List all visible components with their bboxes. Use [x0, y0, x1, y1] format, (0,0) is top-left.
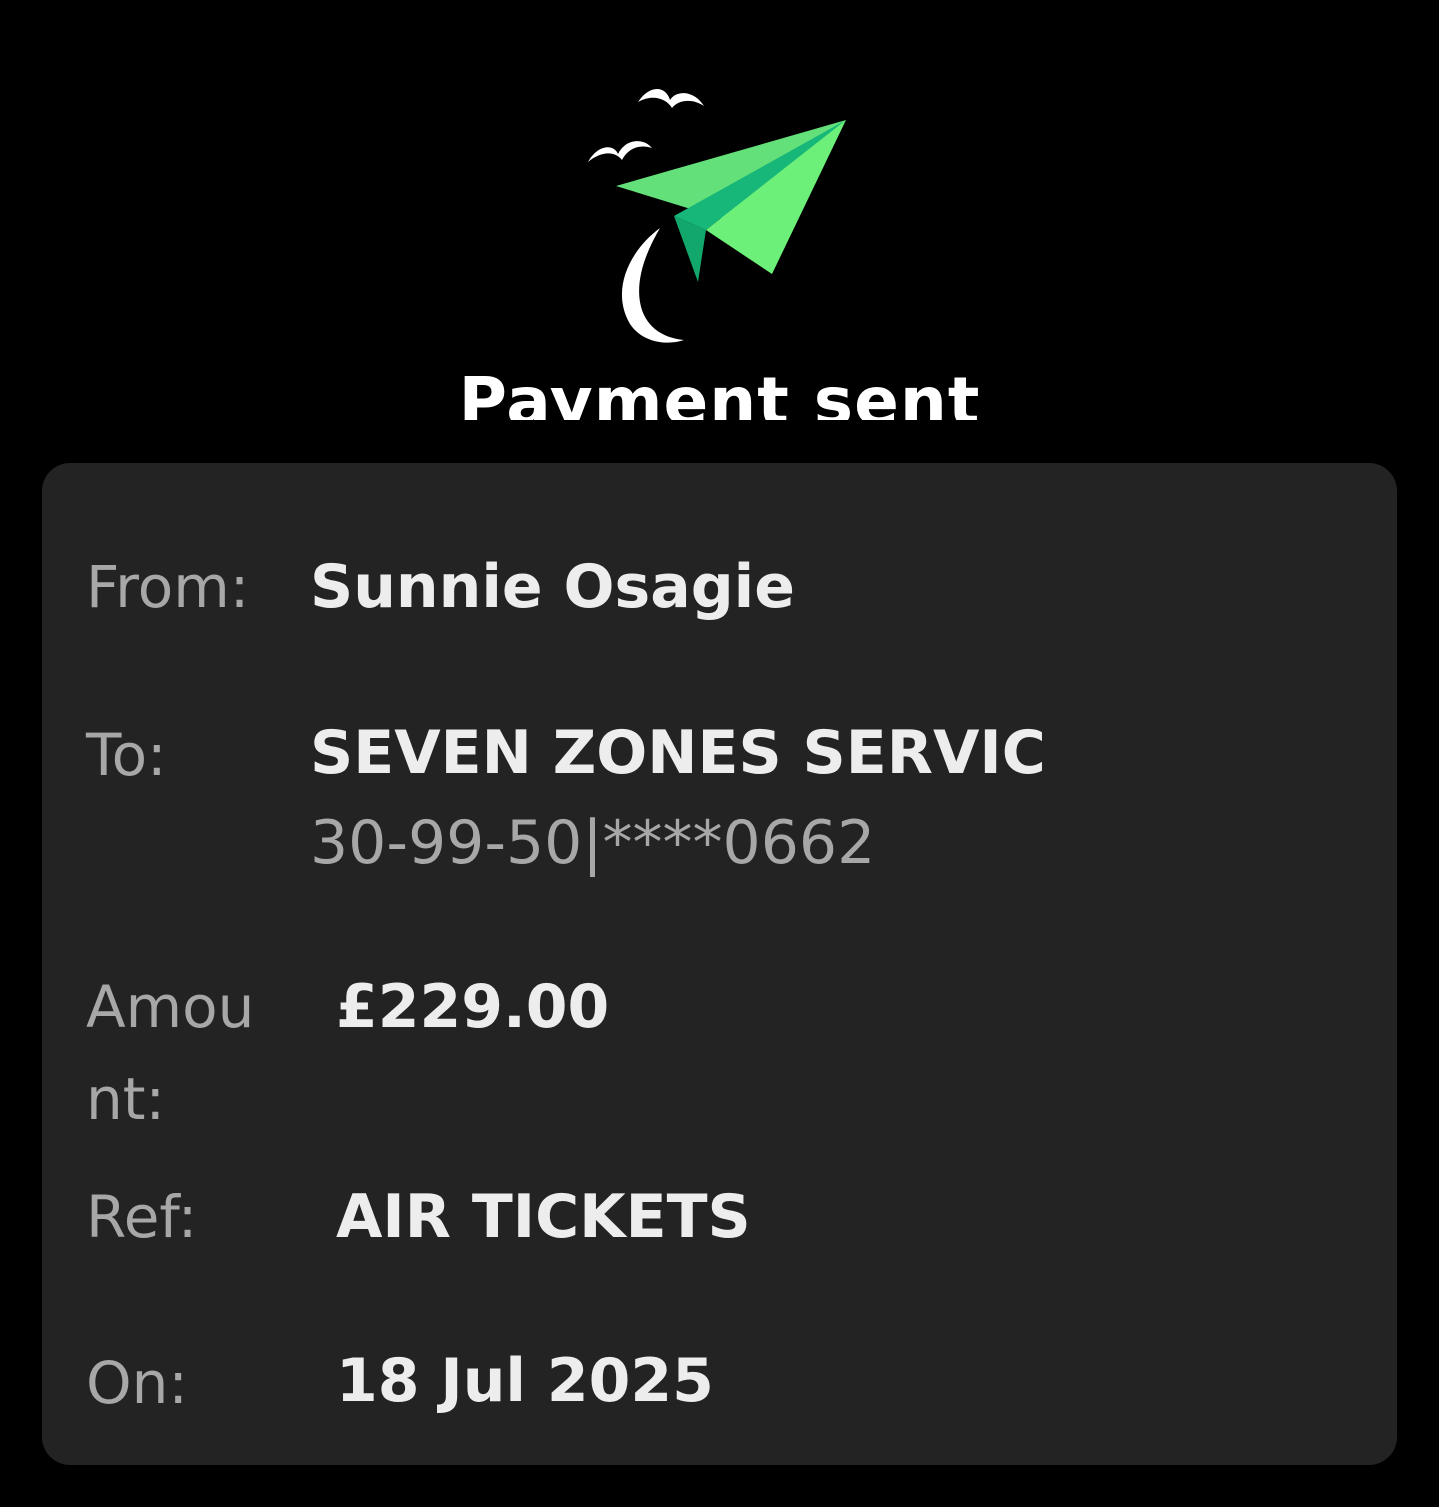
- ref-value: AIR TICKETS: [336, 1182, 751, 1252]
- from-label: From:: [86, 553, 250, 621]
- payment-details-card: From: Sunnie Osagie To: SEVEN ZONES SERV…: [42, 463, 1397, 1465]
- to-label: To:: [86, 721, 167, 789]
- amount-value: £229.00: [336, 972, 610, 1042]
- trail-icon: [621, 228, 684, 343]
- page-title: Payment sent: [458, 363, 981, 420]
- from-value: Sunnie Osagie: [310, 552, 795, 622]
- ref-label: Ref:: [86, 1183, 198, 1251]
- date-value: 18 Jul 2025: [336, 1346, 714, 1416]
- paper-plane-with-birds-icon: [588, 89, 846, 343]
- bird-icon: [638, 89, 704, 108]
- amount-label: Amount:: [86, 973, 255, 1133]
- account-number: 30-99-50|****0662: [310, 808, 876, 878]
- bird-icon: [588, 141, 652, 162]
- date-label: On:: [86, 1349, 188, 1417]
- to-value: SEVEN ZONES SERVIC: [310, 718, 1046, 788]
